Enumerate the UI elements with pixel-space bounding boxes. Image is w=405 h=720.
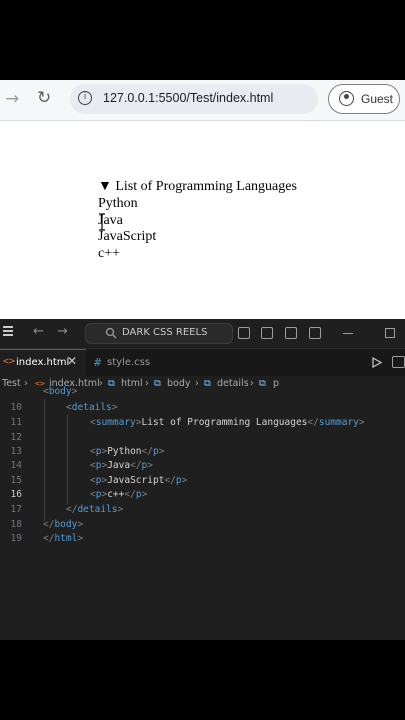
summary-code-text: List of Programming Languages (141, 417, 308, 428)
letterbox-bottom (0, 640, 405, 720)
code-line[interactable]: <p>Java</p> (90, 460, 153, 471)
element-icon: ⧉ (154, 378, 161, 389)
forward-icon[interactable]: → (5, 91, 19, 108)
chevron-right-icon: › (99, 378, 103, 389)
line-number: 12 (10, 432, 22, 443)
chevron-right-icon: › (195, 378, 199, 389)
line-number: 13 (10, 446, 22, 457)
code-text: Python (107, 446, 142, 457)
code-line[interactable]: <details> (66, 402, 118, 413)
code-line[interactable]: <p>JavaScript</p> (90, 475, 187, 486)
details-summary[interactable]: ▼ List of Programming Languages (98, 179, 297, 195)
command-center-text: DARK CSS REELS (122, 327, 208, 338)
line-number: 11 (10, 417, 22, 428)
code-text: c++ (107, 489, 125, 500)
chevron-right-icon: › (250, 378, 254, 389)
list-item: JavaScript (98, 229, 157, 244)
breadcrumb-item[interactable]: details (217, 378, 249, 389)
line-number: 17 (10, 504, 22, 515)
code-line[interactable]: <summary>List of Programming Languages</… (90, 417, 365, 428)
back-arrow-icon[interactable]: ← (33, 324, 44, 339)
code-line[interactable]: </body> (43, 519, 83, 530)
code-text: JavaScript (107, 475, 165, 486)
menu-icon[interactable] (3, 326, 13, 336)
chevron-right-icon: › (24, 378, 28, 389)
list-item: c++ (98, 246, 121, 261)
minimize-icon[interactable] (343, 333, 353, 335)
summary-text: List of Programming Languages (115, 179, 297, 194)
css-file-icon: # (93, 356, 103, 369)
line-number: 14 (10, 460, 22, 471)
indent-guide (44, 399, 45, 521)
breadcrumb-item[interactable]: Test (2, 378, 21, 389)
code-line-active[interactable]: <p>c++</p> (90, 489, 147, 500)
indent-guide (67, 415, 68, 505)
tab-label: index.html (16, 357, 70, 368)
info-icon[interactable]: i (78, 91, 92, 105)
maximize-icon[interactable] (385, 328, 395, 338)
line-number: 19 (10, 533, 22, 544)
list-item: Python (98, 196, 138, 211)
element-icon: ⧉ (259, 378, 266, 389)
breadcrumb-item[interactable]: body (167, 378, 191, 389)
line-number-active: 16 (10, 489, 22, 500)
url-text[interactable]: 127.0.0.1:5500/Test/index.html (103, 91, 273, 105)
code-line[interactable]: <p>Python</p> (90, 446, 164, 457)
profile-icon (339, 91, 354, 106)
code-line[interactable]: </html> (43, 533, 83, 544)
breadcrumb-item[interactable]: html (121, 378, 143, 389)
customize-layout-icon[interactable] (309, 327, 321, 339)
guest-label: Guest (361, 92, 394, 106)
code-editor[interactable]: <body> 10 11 12 13 14 15 16 17 18 19 <de… (0, 386, 405, 640)
split-editor-icon[interactable] (392, 356, 405, 368)
run-icon[interactable] (372, 357, 382, 368)
code-text: Java (107, 460, 131, 471)
line-number: 18 (10, 519, 22, 530)
forward-arrow-icon[interactable]: → (57, 324, 68, 339)
toggle-secondary-sidebar-icon[interactable] (285, 327, 297, 339)
html-file-icon: <> (3, 356, 16, 367)
code-line-partial: <body> (43, 386, 78, 397)
line-number: 15 (10, 475, 22, 486)
disclosure-triangle-icon[interactable]: ▼ (98, 179, 112, 194)
breadcrumb-item[interactable]: p (273, 378, 279, 389)
toggle-panel-icon[interactable] (261, 327, 273, 339)
tab-label[interactable]: style.css (107, 357, 150, 368)
line-number: 10 (10, 402, 22, 413)
code-line[interactable]: </details> (66, 504, 123, 515)
close-tab-icon[interactable]: ✕ (67, 354, 77, 368)
element-icon: ⧉ (108, 378, 115, 389)
text-cursor-icon (99, 213, 105, 231)
chevron-right-icon: › (145, 378, 149, 389)
element-icon: ⧉ (204, 378, 211, 389)
page-viewport (0, 121, 405, 319)
toggle-sidebar-icon[interactable] (238, 327, 250, 339)
search-icon (105, 327, 117, 339)
reload-icon[interactable]: ↻ (37, 90, 51, 107)
